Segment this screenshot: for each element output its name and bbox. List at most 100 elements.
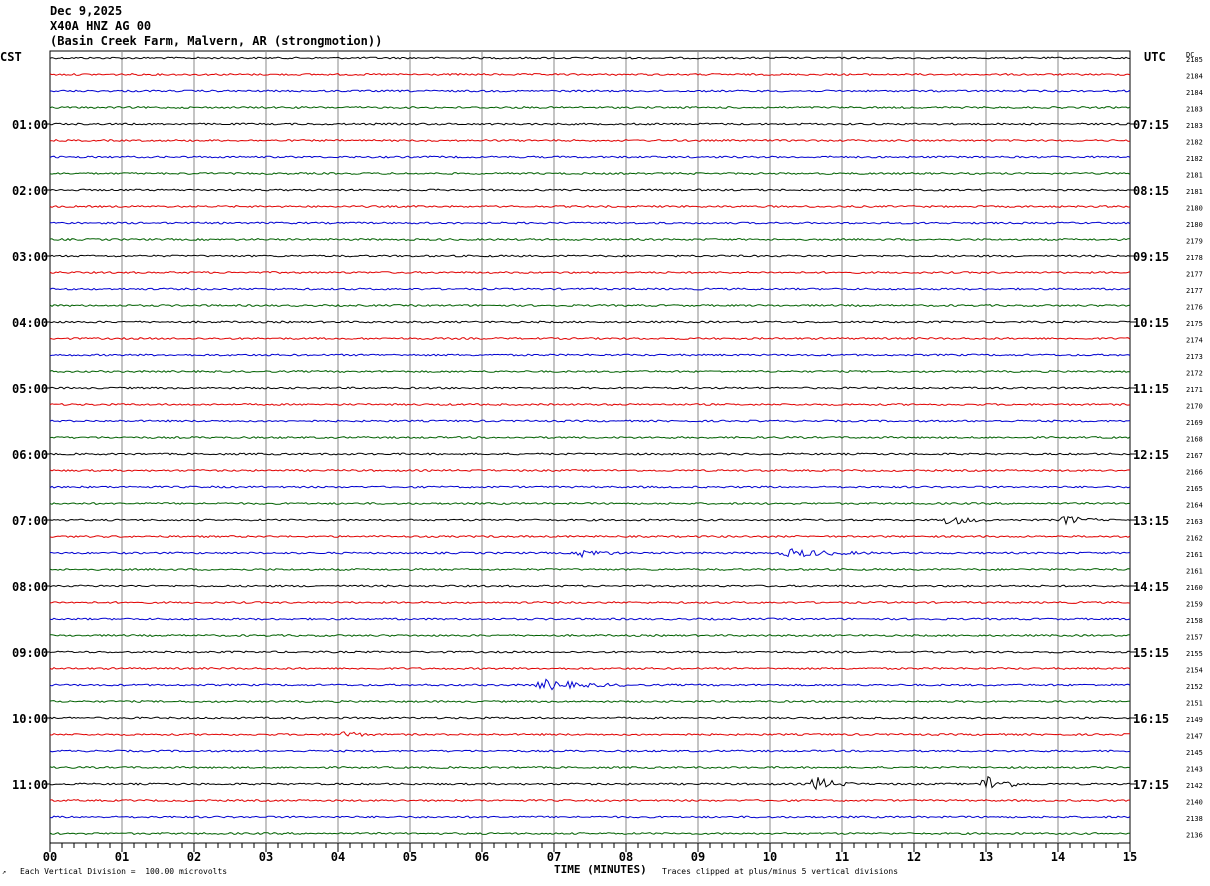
cst-hour-label: 03:00 [12,250,48,264]
seismogram-trace [49,122,1131,126]
utc-hour-label: 16:15 [1133,712,1169,726]
x-tick-label: 07 [547,850,561,864]
seismogram-trace [49,534,1131,539]
seismogram-trace [49,369,1131,374]
dc-offset-label: 2174 [1186,337,1203,345]
x-tick-label: 00 [43,850,57,864]
seismogram-trace [49,584,1131,588]
seismogram-trace [49,617,1131,621]
utc-hour-label: 11:15 [1133,382,1169,396]
helicorder-display: Dec 9,2025 X40A HNZ AG 00 (Basin Creek F… [0,0,1210,886]
dc-offset-label: 2143 [1186,766,1203,774]
seismogram-trace [49,105,1131,110]
utc-hour-label: 08:15 [1133,184,1169,198]
x-tick-label: 01 [115,850,129,864]
cst-hour-label: 05:00 [12,382,48,396]
dc-offset-label: 2142 [1186,782,1203,790]
seismogram-trace [49,303,1131,308]
x-tick-label: 11 [835,850,849,864]
seismogram-trace [49,678,1131,691]
dc-offset-label: 2177 [1186,287,1203,295]
seismogram-trace [49,650,1131,654]
dc-offset-label: 2184 [1186,73,1203,81]
utc-hour-label: 17:15 [1133,778,1169,792]
seismogram-trace [49,435,1131,440]
dc-offset-label: 2161 [1186,568,1203,576]
seismogram-trace [49,815,1131,819]
cst-hour-label: 02:00 [12,184,48,198]
dc-offset-label: 2182 [1186,155,1203,163]
dc-offset-label: 2171 [1186,386,1203,394]
x-tick-label: 03 [259,850,273,864]
seismogram-trace [49,188,1131,192]
cst-hour-label: 10:00 [12,712,48,726]
utc-hour-label: 10:15 [1133,316,1169,330]
dc-offset-label: 2184 [1186,89,1203,97]
utc-hour-label: 15:15 [1133,646,1169,660]
cst-hour-label: 09:00 [12,646,48,660]
x-tick-label: 06 [475,850,489,864]
dc-offset-label: 2167 [1186,452,1203,460]
x-tick-label: 02 [187,850,201,864]
utc-hour-label: 12:15 [1133,448,1169,462]
dc-offset-label: 2151 [1186,700,1203,708]
dc-offset-label: 2175 [1186,320,1203,328]
dc-offset-label: 2166 [1186,469,1203,477]
x-tick-label: 13 [979,850,993,864]
dc-offset-label: 2183 [1186,122,1203,130]
seismogram-trace [49,171,1131,176]
seismogram-trace [49,204,1130,209]
cst-hour-label: 07:00 [12,514,48,528]
cst-hour-label: 01:00 [12,118,48,132]
seismogram-trace [49,749,1131,753]
dc-offset-label: 2149 [1186,716,1203,724]
utc-hour-label: 09:15 [1133,250,1169,264]
vertical-scale-note: Each Vertical Division = 100.00 microvol… [20,867,228,876]
seismogram-trace [49,515,1131,526]
dc-offset-label: 2176 [1186,304,1203,312]
dc-offset-label: 2183 [1186,106,1203,114]
seismogram-trace [49,89,1131,93]
seismogram-trace [49,731,1130,737]
dc-offset-label: 2181 [1186,172,1203,180]
dc-offset-label: 2147 [1186,733,1203,741]
dc-offset-label: 2164 [1186,502,1203,510]
dc-offset-label: 2177 [1186,271,1203,279]
dc-offset-label: 2185 [1186,56,1203,64]
scale-icon: ↗ [2,868,7,876]
seismogram-trace [49,567,1131,572]
seismogram-trace [49,765,1131,770]
cst-hour-label: 06:00 [12,448,48,462]
seismogram-trace [49,353,1131,357]
seismogram-trace [49,501,1131,506]
seismogram-trace [49,155,1131,159]
seismogram-trace [49,452,1131,456]
x-tick-label: 14 [1051,850,1065,864]
dc-offset-label: 2172 [1186,370,1203,378]
dc-offset-label: 2157 [1186,634,1203,642]
x-tick-label: 15 [1123,850,1137,864]
clip-note: Traces clipped at plus/minus 5 vertical … [662,867,899,876]
dc-offset-label: 2140 [1186,799,1203,807]
dc-offset-label: 2179 [1186,238,1203,246]
dc-offset-label: 2165 [1186,485,1203,493]
utc-hour-label: 07:15 [1133,118,1169,132]
dc-offset-label: 2152 [1186,683,1203,691]
cst-hour-label: 04:00 [12,316,48,330]
x-tick-label: 04 [331,850,345,864]
dc-offset-label: 2170 [1186,403,1203,411]
seismogram-trace [49,633,1131,637]
seismogram-trace [49,831,1131,835]
seismogram-trace [49,485,1131,489]
seismogram-trace [49,468,1131,473]
dc-offset-label: 2181 [1186,188,1203,196]
seismogram-trace [49,336,1131,341]
seismogram-trace [49,320,1131,324]
x-tick-label: 10 [763,850,777,864]
dc-offset-label: 2159 [1186,601,1203,609]
dc-offset-label: 2155 [1186,650,1203,658]
seismogram-trace [49,716,1131,720]
dc-offset-label: 2178 [1186,254,1203,262]
seismogram-trace [49,287,1131,291]
dc-offset-label: 2138 [1186,815,1203,823]
